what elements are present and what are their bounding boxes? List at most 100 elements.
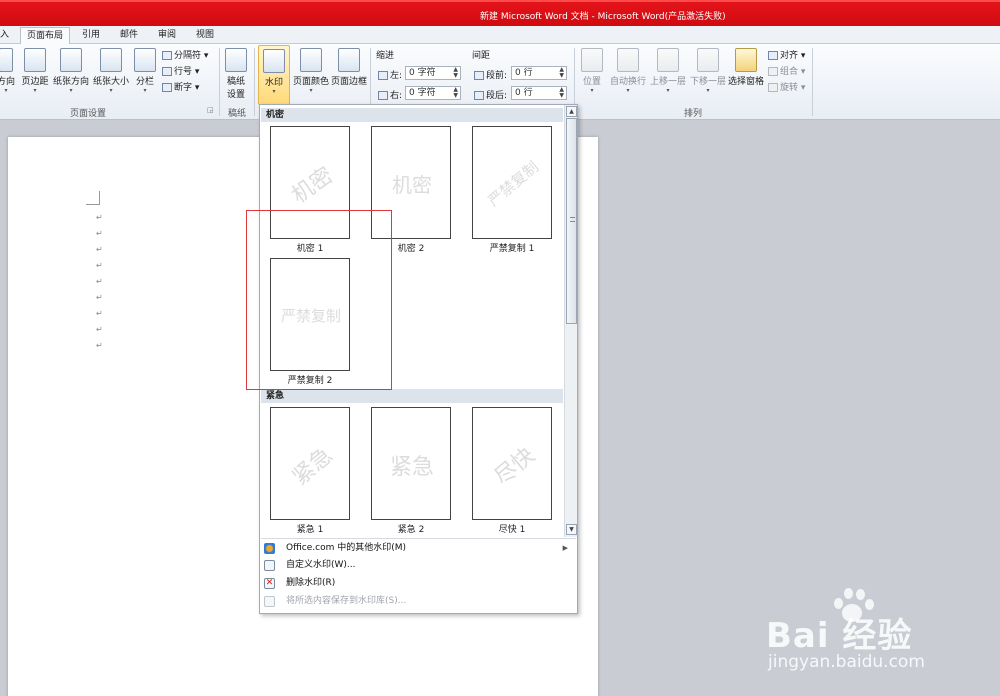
title-bar: 新建 Microsoft Word 文档 - Microsoft Word(产品… xyxy=(0,0,1000,26)
indent-left-icon xyxy=(378,71,388,80)
watermark-thumbnail-selected[interactable]: 严禁复制 xyxy=(270,258,350,371)
text-direction-button[interactable]: 方向 ▾ xyxy=(0,48,18,95)
margin-corner-mark xyxy=(86,191,100,205)
space-after-field[interactable]: 0 行 ▲ ▼ xyxy=(511,86,567,100)
paragraph-mark: ↵ xyxy=(96,277,103,286)
indent-right-field[interactable]: 0 字符 ▲ ▼ xyxy=(405,86,461,100)
tab-insert[interactable]: 入 xyxy=(0,27,15,44)
menu-more-watermarks[interactable]: Office.com 中的其他水印(M) ▶ xyxy=(261,538,576,556)
columns-button[interactable]: 分栏 ▾ xyxy=(132,48,158,95)
menu-custom-watermark[interactable]: 自定义水印(W)... xyxy=(261,556,576,574)
tab-review[interactable]: 审阅 xyxy=(152,27,182,44)
breaks-icon xyxy=(162,51,172,60)
group-icon xyxy=(768,67,778,76)
scroll-up-icon[interactable]: ▲ xyxy=(566,106,577,117)
ribbon-tabs: 入 页面布局 引用 邮件 审阅 视图 xyxy=(0,26,1000,44)
indent-right-label: 右: xyxy=(378,88,402,101)
orientation-button[interactable]: 纸张方向 ▾ xyxy=(52,48,90,95)
space-before-field[interactable]: 0 行 ▲ ▼ xyxy=(511,66,567,80)
selection-pane-button[interactable]: 选择窗格 xyxy=(726,48,766,87)
spacing-heading: 间距 xyxy=(472,51,491,61)
bring-forward-button[interactable]: 上移一层 ▾ xyxy=(648,48,688,95)
rotate-button[interactable]: 旋转 ▾ xyxy=(768,80,805,93)
group-label-arrange: 排列 xyxy=(684,109,703,119)
tab-page-layout[interactable]: 页面布局 xyxy=(20,27,71,44)
window-title: 新建 Microsoft Word 文档 - Microsoft Word(产品… xyxy=(480,12,726,22)
scroll-down-icon[interactable]: ▼ xyxy=(566,524,577,535)
text-direction-icon xyxy=(0,48,13,72)
group-separator xyxy=(254,48,255,116)
breaks-button[interactable]: 分隔符 ▾ xyxy=(162,48,208,61)
margins-icon xyxy=(24,48,46,72)
group-button[interactable]: 组合 ▾ xyxy=(768,64,805,77)
space-before-icon xyxy=(474,71,484,80)
paragraph-mark: ↵ xyxy=(96,341,103,350)
paragraph-mark: ↵ xyxy=(96,293,103,302)
paragraph-mark: ↵ xyxy=(96,213,103,222)
spinner-icon[interactable]: ▲ ▼ xyxy=(453,67,458,79)
submenu-arrow-icon: ▶ xyxy=(562,544,568,552)
watermark-caption: 尽快 1 xyxy=(498,525,526,535)
line-numbers-button[interactable]: 行号 ▾ xyxy=(162,64,199,77)
spinner-icon[interactable]: ▲ ▼ xyxy=(453,87,458,99)
watermark-button[interactable]: 水印 ▾ xyxy=(258,45,290,105)
grip-icon xyxy=(570,217,575,222)
send-backward-icon xyxy=(697,48,719,72)
manuscript-settings-button[interactable]: 稿纸 设置 xyxy=(224,48,248,100)
group-label-manuscript: 稿纸 xyxy=(228,109,247,119)
page-color-button[interactable]: 页面颜色 ▾ xyxy=(292,48,330,95)
gallery-scrollbar[interactable]: ▲ ▼ xyxy=(564,105,577,537)
remove-watermark-icon: ✕ xyxy=(264,578,275,589)
space-before-label: 段前: xyxy=(474,68,507,81)
watermark-caption: 严禁复制 1 xyxy=(489,244,535,254)
tab-references[interactable]: 引用 xyxy=(76,27,106,44)
paragraph-mark: ↵ xyxy=(96,309,103,318)
gallery-section-header: 紧急 xyxy=(261,389,563,403)
spinner-icon[interactable]: ▲ ▼ xyxy=(559,87,564,99)
watermark-thumbnail[interactable]: 紧急 xyxy=(371,407,451,520)
space-after-label: 段后: xyxy=(474,88,507,101)
manuscript-icon xyxy=(225,48,247,72)
margins-button[interactable]: 页边距 ▾ xyxy=(20,48,50,95)
columns-icon xyxy=(134,48,156,72)
position-button[interactable]: 位置 ▾ xyxy=(578,48,606,95)
wrap-text-button[interactable]: 自动换行 ▾ xyxy=(608,48,648,95)
indent-left-field[interactable]: 0 字符 ▲ ▼ xyxy=(405,66,461,80)
gallery-section-header: 机密 xyxy=(261,108,563,122)
paper-size-icon xyxy=(100,48,122,72)
watermark-icon xyxy=(263,49,285,73)
page-color-icon xyxy=(300,48,322,72)
position-icon xyxy=(581,48,603,72)
watermark-thumbnail[interactable]: 机密 xyxy=(270,126,350,239)
scrollbar-thumb[interactable] xyxy=(566,118,577,324)
save-to-gallery-icon xyxy=(264,596,275,607)
paragraph-mark: ↵ xyxy=(96,245,103,254)
watermark-thumbnail[interactable]: 紧急 xyxy=(270,407,350,520)
paper-size-button[interactable]: 纸张大小 ▾ xyxy=(92,48,130,95)
space-after-icon xyxy=(474,91,484,100)
selection-pane-icon xyxy=(735,48,757,72)
menu-remove-watermark[interactable]: ✕ 删除水印(R) xyxy=(261,574,576,592)
line-numbers-icon xyxy=(162,67,172,76)
spinner-icon[interactable]: ▲ ▼ xyxy=(559,67,564,79)
watermark-gallery: 机密 机密 机密 1 机密 机密 2 严禁复制 严禁复制 1 严禁复制 严禁复制… xyxy=(259,104,578,614)
group-separator xyxy=(812,48,813,116)
tab-mailings[interactable]: 邮件 xyxy=(114,27,144,44)
custom-watermark-icon xyxy=(264,560,275,571)
page-borders-button[interactable]: 页面边框 xyxy=(330,48,368,87)
tab-view[interactable]: 视图 xyxy=(190,27,220,44)
align-button[interactable]: 对齐 ▾ xyxy=(768,48,805,61)
baidu-jingyan-watermark: Bai 经验 jingyan.baidu.com xyxy=(766,588,996,686)
watermark-thumbnail[interactable]: 严禁复制 xyxy=(472,126,552,239)
watermark-caption: 紧急 1 xyxy=(296,525,324,535)
watermark-thumbnail[interactable]: 尽快 xyxy=(472,407,552,520)
watermark-thumbnail[interactable]: 机密 xyxy=(371,126,451,239)
menu-save-to-gallery[interactable]: 将所选内容保存到水印库(S)... xyxy=(261,592,576,610)
watermark-caption: 机密 1 xyxy=(296,244,324,254)
send-backward-button[interactable]: 下移一层 ▾ xyxy=(688,48,728,95)
page-setup-launcher-icon[interactable]: ◲ xyxy=(207,106,214,114)
paragraph-mark: ↵ xyxy=(96,229,103,238)
wrap-text-icon xyxy=(617,48,639,72)
page-borders-icon xyxy=(338,48,360,72)
hyphenation-button[interactable]: 断字 ▾ xyxy=(162,80,199,93)
